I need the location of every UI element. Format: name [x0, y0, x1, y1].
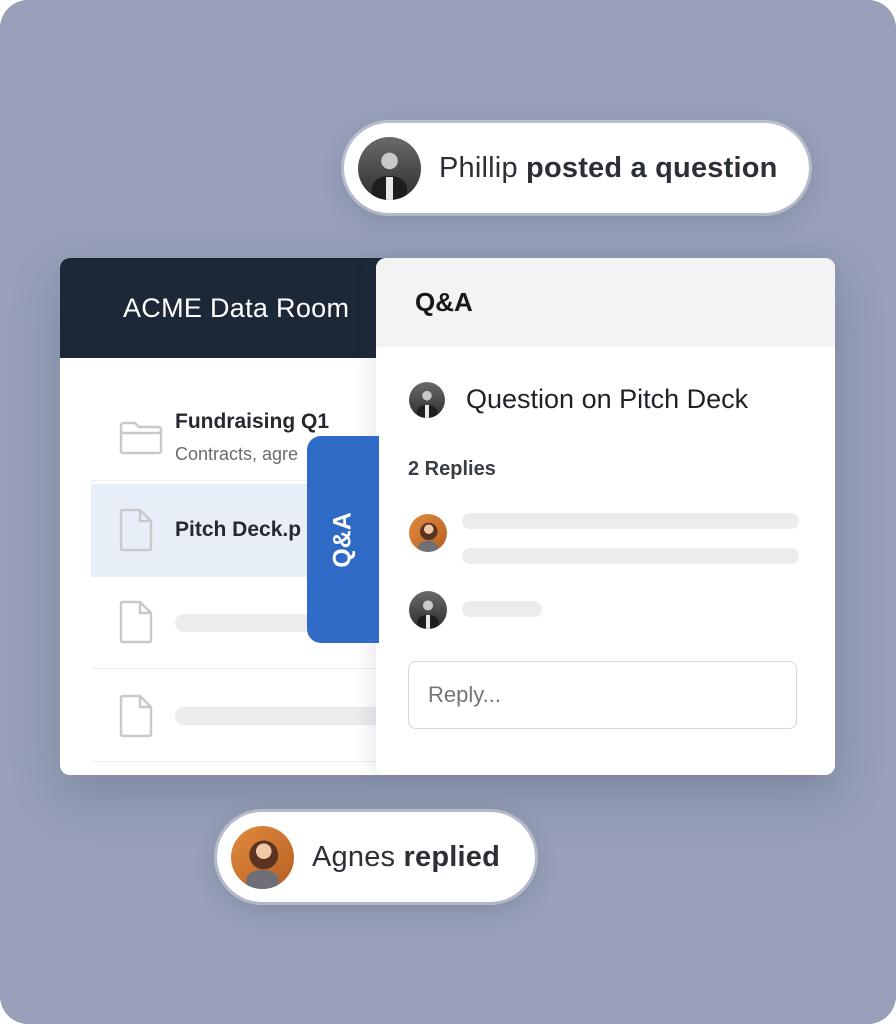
replies-count: 2 Replies — [408, 458, 496, 480]
reply-input[interactable] — [408, 661, 797, 729]
notification-text: Phillip posted a question — [439, 152, 778, 185]
reply-skeleton-line — [462, 601, 542, 617]
file-icon — [119, 694, 153, 738]
qa-panel: Q&A Question on Pitch Deck 2 Replies — [376, 258, 835, 775]
notification-text: Agnes replied — [312, 841, 500, 874]
question-title[interactable]: Question on Pitch Deck — [466, 384, 748, 415]
qa-tab[interactable]: Q&A — [307, 436, 379, 643]
reply-skeleton-line — [462, 548, 799, 564]
qa-tab-label: Q&A — [328, 511, 357, 568]
phillip-avatar — [409, 382, 445, 418]
file-title: Pitch Deck.p — [175, 518, 302, 541]
notification-user: Phillip — [439, 151, 518, 184]
data-room-title: ACME Data Room — [60, 258, 400, 358]
file-icon — [119, 508, 153, 552]
file-row-placeholder[interactable] — [91, 669, 400, 762]
agnes-avatar — [231, 825, 294, 889]
qa-panel-title: Q&A — [376, 258, 835, 347]
file-title: Fundraising Q1 — [175, 410, 330, 433]
file-icon — [119, 600, 153, 644]
notification-action: posted a question — [526, 151, 778, 184]
background: Phillip posted a question ACME Data Room… — [0, 0, 896, 1024]
reply-skeleton-line — [462, 513, 799, 529]
notification-user: Agnes — [312, 840, 396, 873]
notification-action: replied — [403, 840, 500, 873]
file-subtitle: Contracts, agre — [175, 444, 299, 464]
skeleton-text — [175, 707, 395, 725]
phillip-avatar — [409, 591, 447, 629]
agnes-avatar — [409, 514, 447, 552]
notification-question-posted[interactable]: Phillip posted a question — [344, 123, 809, 213]
notification-replied[interactable]: Agnes replied — [217, 812, 535, 902]
data-room-card: ACME Data Room Fundraising Q1 Contracts,… — [60, 258, 835, 775]
phillip-avatar — [358, 136, 421, 200]
folder-icon — [119, 421, 163, 455]
